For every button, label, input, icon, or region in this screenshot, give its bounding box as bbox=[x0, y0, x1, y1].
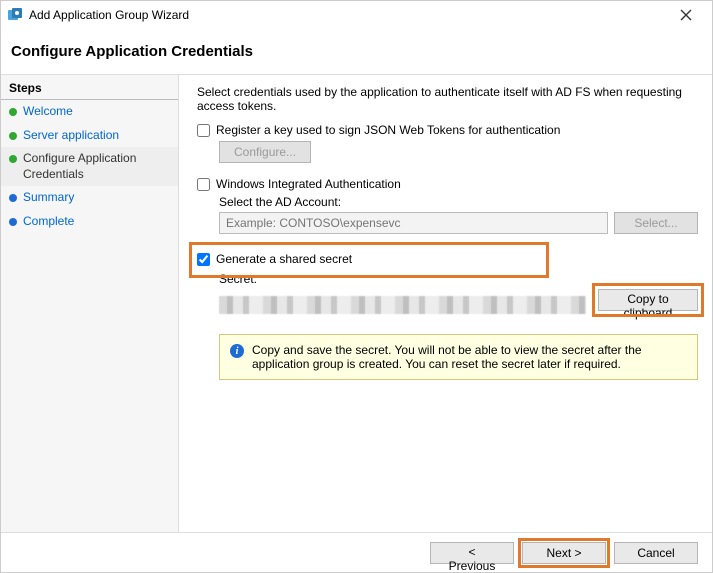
step-label: Complete bbox=[23, 214, 74, 230]
jwt-configure-button: Configure... bbox=[219, 141, 311, 163]
step-bullet-icon bbox=[9, 155, 17, 163]
secret-info-text: Copy and save the secret. You will not b… bbox=[252, 343, 687, 371]
close-button[interactable] bbox=[666, 1, 706, 29]
step-bullet-icon bbox=[9, 108, 17, 116]
steps-header: Steps bbox=[1, 79, 178, 100]
jwt-checkbox-row: Register a key used to sign JSON Web Tok… bbox=[197, 123, 698, 137]
step-bullet-icon bbox=[9, 132, 17, 140]
secret-field-label: Secret: bbox=[219, 272, 698, 286]
wia-label: Windows Integrated Authentication bbox=[216, 177, 401, 191]
content-pane: Select credentials used by the applicati… bbox=[179, 75, 712, 544]
window-title: Add Application Group Wizard bbox=[29, 8, 666, 22]
previous-button[interactable]: < Previous bbox=[430, 542, 514, 564]
wia-account-label: Select the AD Account: bbox=[219, 195, 698, 209]
wia-checkbox[interactable] bbox=[197, 178, 210, 191]
step-label: Summary bbox=[23, 190, 74, 206]
wizard-footer: < Previous Next > Cancel bbox=[1, 532, 712, 572]
secret-value-masked bbox=[219, 296, 586, 314]
info-icon: i bbox=[230, 344, 244, 358]
copy-to-clipboard-button[interactable]: Copy to clipboard bbox=[598, 289, 698, 311]
page-heading: Configure Application Credentials bbox=[1, 29, 712, 74]
step-summary[interactable]: Summary bbox=[1, 186, 178, 210]
secret-info-box: i Copy and save the secret. You will not… bbox=[219, 334, 698, 380]
step-label: Welcome bbox=[23, 104, 73, 120]
wizard-body: Steps Welcome Server application Configu… bbox=[1, 74, 712, 544]
wia-account-input bbox=[219, 212, 608, 234]
instruction-text: Select credentials used by the applicati… bbox=[197, 85, 698, 113]
app-icon bbox=[7, 7, 23, 23]
wia-checkbox-row: Windows Integrated Authentication bbox=[197, 177, 698, 191]
steps-sidebar: Steps Welcome Server application Configu… bbox=[1, 75, 179, 544]
jwt-checkbox[interactable] bbox=[197, 124, 210, 137]
secret-label: Generate a shared secret bbox=[216, 252, 352, 266]
step-label: Server application bbox=[23, 128, 119, 144]
wia-select-button: Select... bbox=[614, 212, 698, 234]
step-configure-credentials[interactable]: Configure Application Credentials bbox=[1, 147, 178, 186]
step-complete[interactable]: Complete bbox=[1, 210, 178, 234]
secret-checkbox-row: Generate a shared secret bbox=[197, 252, 698, 266]
secret-checkbox[interactable] bbox=[197, 253, 210, 266]
step-bullet-icon bbox=[9, 194, 17, 202]
step-bullet-icon bbox=[9, 218, 17, 226]
cancel-button[interactable]: Cancel bbox=[614, 542, 698, 564]
step-welcome[interactable]: Welcome bbox=[1, 100, 178, 124]
titlebar: Add Application Group Wizard bbox=[1, 1, 712, 29]
next-button[interactable]: Next > bbox=[522, 542, 606, 564]
step-server-application[interactable]: Server application bbox=[1, 124, 178, 148]
step-label: Configure Application Credentials bbox=[23, 151, 170, 182]
jwt-label: Register a key used to sign JSON Web Tok… bbox=[216, 123, 560, 137]
